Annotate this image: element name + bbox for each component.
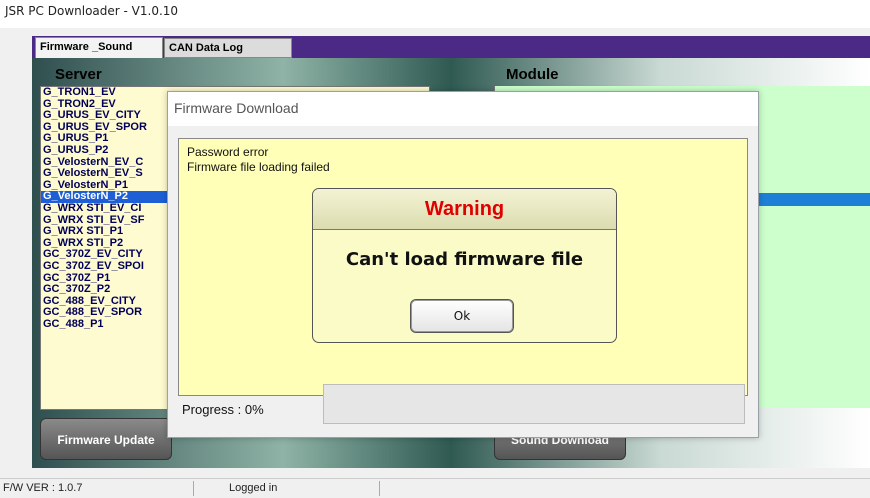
fw-version-status: F/W VER : 1.0.7 [0,481,194,496]
ok-button[interactable]: Ok [410,299,514,333]
message-box: Password error Firmware file loading fai… [178,138,748,396]
window-title: JSR PC Downloader - V1.0.10 [5,4,179,18]
warning-message: Can't load firmware file [345,249,584,270]
status-empty-cell [348,481,870,496]
tab-firmware-sound[interactable]: Firmware _Sound [35,37,163,58]
message-line-1: Password error [187,145,269,159]
dialog-title: Firmware Download [174,100,299,116]
server-label: Server [55,66,102,83]
dialog-body: Password error Firmware file loading fai… [168,126,758,437]
tab-strip: Firmware _Sound CAN Data Log [32,36,870,58]
tab-can-data-log[interactable]: CAN Data Log [164,38,292,58]
module-label: Module [506,66,559,83]
status-bar: F/W VER : 1.0.7 Logged in [0,478,870,498]
message-line-2: Firmware file loading failed [187,160,330,174]
firmware-download-dialog: Firmware Download Password error Firmwar… [167,91,759,438]
warning-dialog: Warning Can't load firmware file Ok [312,188,617,343]
window-title-bar: JSR PC Downloader - V1.0.10 [0,0,870,28]
progress-bar [323,384,745,424]
warning-title: Warning [313,189,616,230]
firmware-update-button[interactable]: Firmware Update [40,418,172,460]
progress-label: Progress : 0% [182,402,264,417]
